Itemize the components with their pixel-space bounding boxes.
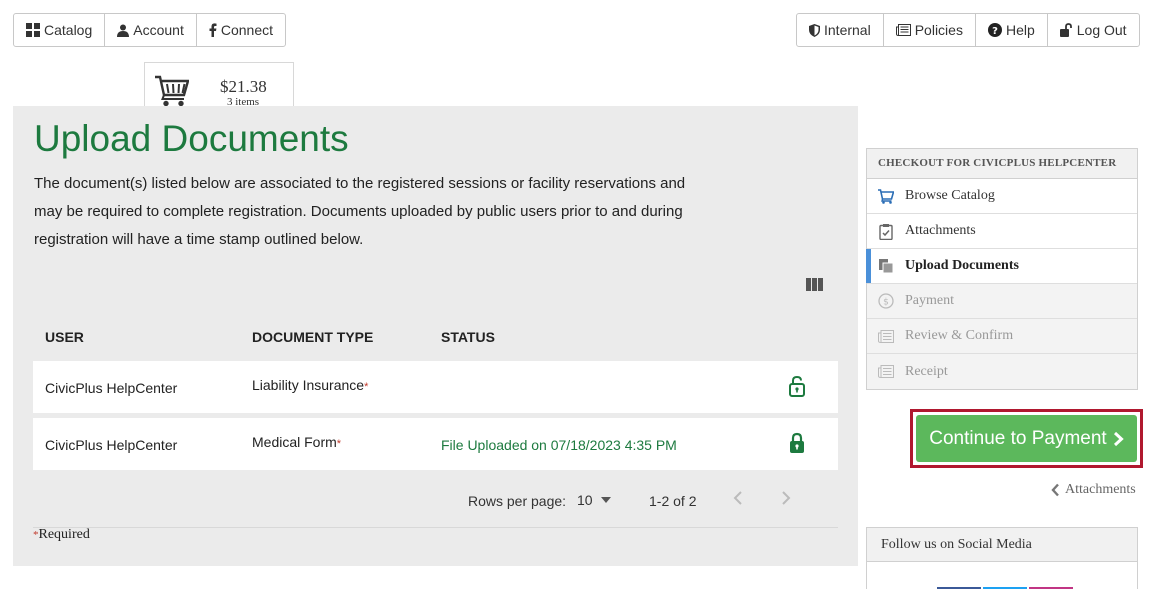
chevron-right-icon bbox=[1113, 431, 1124, 447]
policies-nav-button[interactable]: Policies bbox=[884, 14, 976, 46]
document-type-cell: Liability Insurance* bbox=[252, 377, 368, 393]
columns-icon[interactable] bbox=[806, 278, 823, 296]
catalog-nav-label: Catalog bbox=[44, 22, 93, 38]
svg-text:$: $ bbox=[883, 298, 889, 308]
clipboard-check-icon bbox=[867, 223, 905, 240]
account-nav-button[interactable]: Account bbox=[105, 14, 197, 46]
step-label: Receipt bbox=[905, 363, 948, 379]
checkout-header: CHECKOUT FOR CIVICPLUS HELPCENTER bbox=[867, 149, 1137, 179]
table-header: USER DOCUMENT TYPE STATUS bbox=[33, 326, 838, 356]
next-page-button[interactable] bbox=[781, 490, 791, 509]
table-row: CivicPlus HelpCenter Medical Form* File … bbox=[33, 418, 838, 470]
continue-button-highlight: Continue to Payment bbox=[910, 409, 1143, 468]
newspaper-icon bbox=[867, 329, 905, 343]
intro-text: The document(s) listed below are associa… bbox=[34, 175, 686, 248]
step-upload-documents[interactable]: Upload Documents bbox=[866, 249, 1137, 284]
grid-icon bbox=[26, 23, 40, 37]
facebook-icon bbox=[209, 23, 217, 37]
checkout-steps-panel: CHECKOUT FOR CIVICPLUS HELPCENTER Browse… bbox=[866, 148, 1138, 390]
status-cell: File Uploaded on 07/18/2023 4:35 PM bbox=[441, 437, 677, 453]
rows-per-page-select[interactable]: 10 bbox=[577, 492, 611, 508]
dollar-circle-icon: $ bbox=[867, 293, 905, 309]
required-legend-label: Required bbox=[38, 527, 90, 542]
documents-icon bbox=[867, 258, 905, 274]
step-label: Payment bbox=[905, 293, 954, 308]
document-type-column-header[interactable]: DOCUMENT TYPE bbox=[252, 329, 373, 345]
document-type-cell: Medical Form* bbox=[252, 434, 341, 450]
logout-nav-label: Log Out bbox=[1076, 22, 1127, 38]
connect-nav-button[interactable]: Connect bbox=[197, 14, 285, 46]
previous-page-button[interactable] bbox=[733, 490, 743, 509]
step-review-confirm: Review & Confirm bbox=[867, 319, 1137, 354]
step-attachments[interactable]: Attachments bbox=[867, 214, 1137, 249]
user-cell: CivicPlus HelpCenter bbox=[45, 380, 178, 396]
top-nav-right: Internal Policies ? Help Log Out bbox=[796, 13, 1140, 47]
step-label: Attachments bbox=[905, 223, 976, 238]
question-circle-icon: ? bbox=[987, 23, 1002, 37]
account-nav-label: Account bbox=[133, 22, 184, 38]
step-browse-catalog[interactable]: Browse Catalog bbox=[867, 179, 1137, 214]
internal-nav-label: Internal bbox=[824, 22, 871, 38]
user-icon bbox=[117, 24, 130, 37]
user-column-header[interactable]: USER bbox=[45, 329, 84, 345]
user-cell: CivicPlus HelpCenter bbox=[45, 437, 178, 453]
shield-icon bbox=[809, 23, 820, 37]
required-asterisk: * bbox=[336, 438, 342, 450]
rows-per-page-label: Rows per page: bbox=[468, 493, 567, 509]
step-label: Review & Confirm bbox=[905, 328, 1014, 343]
chevron-left-icon bbox=[1051, 483, 1060, 497]
table-pagination: Rows per page: 10 1-2 of 2 bbox=[33, 484, 838, 518]
top-nav-left: Catalog Account Connect bbox=[13, 13, 287, 47]
newspaper-icon bbox=[895, 24, 911, 36]
connect-nav-label: Connect bbox=[220, 22, 274, 38]
step-label: Browse Catalog bbox=[905, 188, 995, 203]
continue-to-payment-button[interactable]: Continue to Payment bbox=[916, 415, 1137, 462]
unlock-icon[interactable] bbox=[789, 375, 805, 400]
unlock-icon bbox=[1059, 23, 1073, 37]
social-media-header: Follow us on Social Media bbox=[867, 528, 1137, 562]
cart-icon bbox=[867, 188, 905, 204]
back-to-attachments-link[interactable]: Attachments bbox=[1051, 482, 1136, 498]
svg-text:?: ? bbox=[992, 26, 998, 37]
page-title: Upload Documents bbox=[34, 118, 349, 159]
internal-nav-button[interactable]: Internal bbox=[797, 14, 884, 46]
back-link-label: Attachments bbox=[1065, 482, 1136, 497]
divider bbox=[33, 527, 838, 528]
upload-documents-panel: Upload Documents The document(s) listed … bbox=[13, 106, 858, 566]
table-row: CivicPlus HelpCenter Liability Insurance… bbox=[33, 361, 838, 413]
catalog-nav-button[interactable]: Catalog bbox=[14, 14, 106, 46]
help-nav-label: Help bbox=[1005, 22, 1035, 38]
policies-nav-label: Policies bbox=[914, 22, 963, 38]
newspaper-icon bbox=[867, 365, 905, 378]
logout-nav-button[interactable]: Log Out bbox=[1048, 14, 1139, 46]
cart-amount: $21.38 bbox=[220, 77, 267, 96]
step-receipt: Receipt bbox=[867, 354, 1137, 389]
caret-down-icon bbox=[600, 497, 611, 503]
lock-icon[interactable] bbox=[789, 432, 805, 457]
step-payment: $ Payment bbox=[867, 284, 1137, 319]
document-type-label: Liability Insurance bbox=[252, 377, 365, 393]
continue-button-label: Continue to Payment bbox=[929, 427, 1107, 449]
help-nav-button[interactable]: ? Help bbox=[976, 14, 1048, 46]
step-label: Upload Documents bbox=[905, 258, 1019, 273]
required-legend: *Required bbox=[33, 527, 90, 543]
status-column-header[interactable]: STATUS bbox=[441, 329, 495, 345]
social-media-panel: Follow us on Social Media bbox=[866, 527, 1138, 589]
pagination-range: 1-2 of 2 bbox=[649, 493, 697, 509]
document-type-label: Medical Form bbox=[252, 434, 337, 450]
rows-per-page-value: 10 bbox=[577, 492, 593, 508]
required-asterisk: * bbox=[364, 381, 369, 393]
